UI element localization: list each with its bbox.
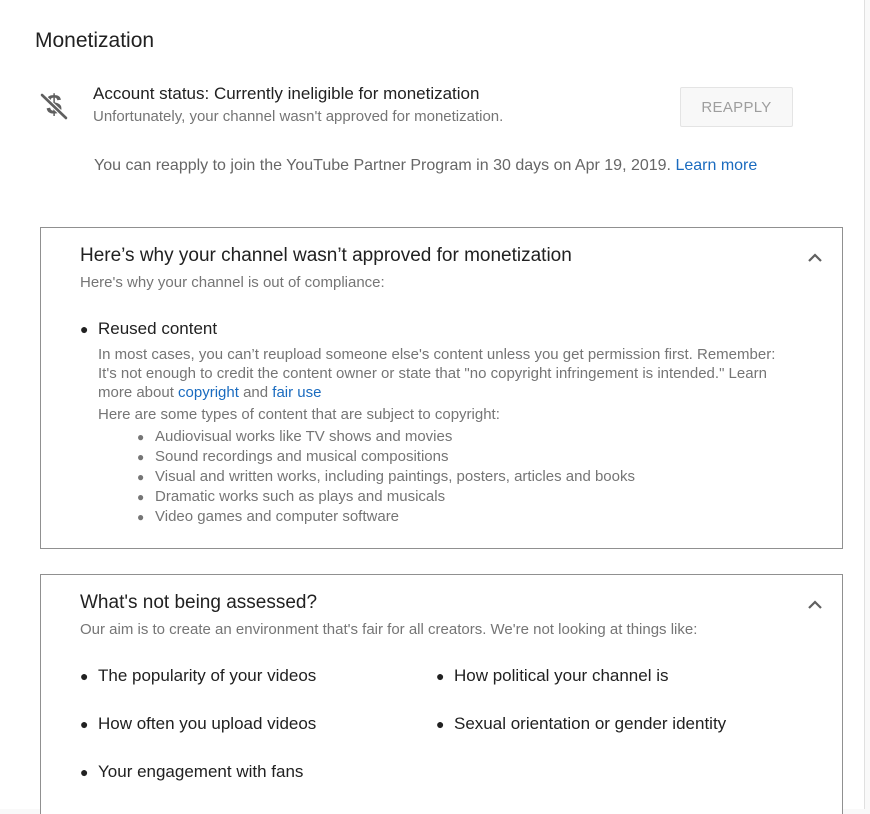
reapply-note: You can reapply to join the YouTube Part… [94, 157, 757, 175]
no-money-icon: $ [38, 88, 70, 122]
list-item: ● How political your channel is [436, 666, 669, 685]
fair-use-link[interactable]: fair use [272, 384, 321, 401]
monetization-page: Monetization $ Account status: Currently… [0, 0, 865, 814]
page-title: Monetization [35, 29, 155, 52]
detail-line-2: It's not enough to credit the content ow… [98, 365, 767, 382]
list-item: ● Sexual orientation or gender identity [436, 714, 727, 733]
reapply-note-text: You can reapply to join the YouTube Part… [94, 157, 671, 174]
list-item: ● Dramatic works such as plays and musica… [137, 488, 446, 505]
why-not-approved-card: Here’s why your channel wasn’t approved … [40, 227, 843, 549]
not-assessed-title: What's not being assessed? [80, 592, 318, 613]
list-item: ● The popularity of your videos [80, 666, 317, 685]
list-item: ● Your engagement with fans [80, 762, 304, 781]
reason-label: Reused content [98, 319, 218, 338]
chevron-up-icon[interactable] [805, 597, 825, 613]
list-item: ● Video games and computer software [137, 508, 400, 525]
copyright-link[interactable]: copyright [178, 384, 239, 401]
detail-line-3: more about copyright and fair use [98, 384, 322, 401]
reason-detail: In most cases, you can’t reupload someon… [98, 345, 833, 402]
why-card-title: Here’s why your channel wasn’t approved … [80, 245, 572, 266]
not-assessed-card: What's not being assessed? Our aim is to… [40, 574, 843, 814]
detail-line-1: In most cases, you can’t reupload someon… [98, 346, 776, 363]
list-item: ● Visual and written works, including pai… [137, 468, 635, 485]
learn-more-link[interactable]: Learn more [675, 157, 757, 174]
list-item: ● Sound recordings and musical compositio… [137, 448, 449, 465]
chevron-up-icon[interactable] [805, 250, 825, 266]
types-intro: Here are some types of content that are … [98, 406, 500, 423]
reapply-button[interactable]: REAPPLY [680, 87, 793, 127]
copyright-types-list: ● Audiovisual works like TV shows and mov… [137, 427, 635, 527]
why-card-subtitle: Here's why your channel is out of compli… [80, 274, 385, 291]
list-item: ● Audiovisual works like TV shows and mov… [137, 428, 453, 445]
account-status-subtitle: Unfortunately, your channel wasn't appro… [93, 108, 504, 125]
list-item: ● How often you upload videos [80, 714, 317, 733]
not-assessed-subtitle: Our aim is to create an environment that… [80, 621, 698, 638]
account-status-title: Account status: Currently ineligible for… [93, 84, 480, 103]
reason-item: ● Reused content [80, 319, 218, 338]
